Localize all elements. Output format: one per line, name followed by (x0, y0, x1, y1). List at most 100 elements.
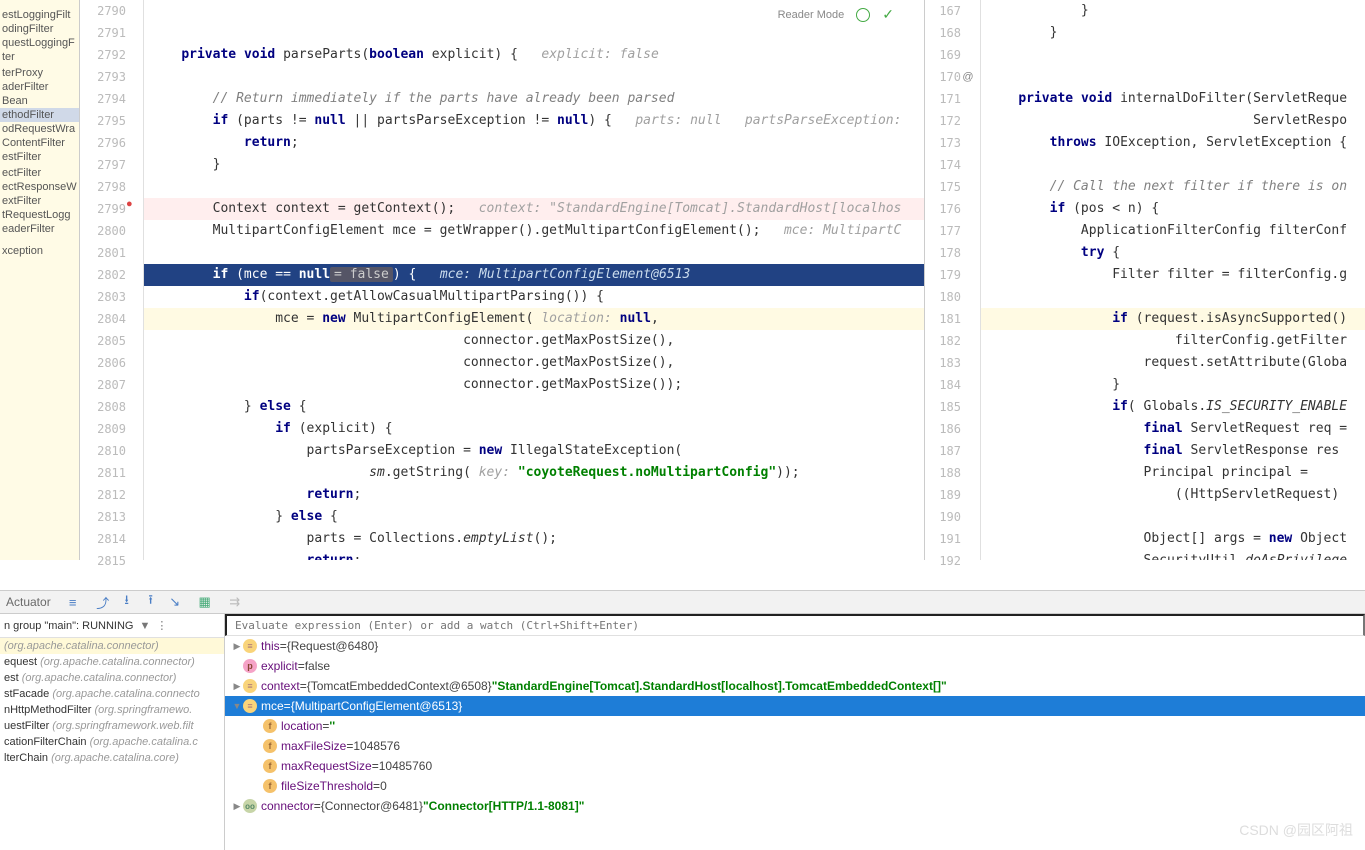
code-line[interactable]: connector.getMaxPostSize()); (144, 374, 924, 396)
code-line[interactable] (981, 506, 1365, 528)
code-area[interactable]: private void parseParts(boolean explicit… (144, 0, 924, 560)
code-line[interactable]: connector.getMaxPostSize(), (144, 352, 924, 374)
structure-item[interactable]: ter (0, 50, 79, 64)
code-line[interactable] (981, 286, 1365, 308)
structure-item[interactable]: Bean (0, 94, 79, 108)
stack-frame[interactable]: (org.apache.catalina.connector) (0, 638, 224, 654)
code-line[interactable]: MultipartConfigElement mce = getWrapper(… (144, 220, 924, 242)
variable-node[interactable]: pexplicit = false (225, 656, 1365, 676)
variable-node[interactable]: fmaxRequestSize = 10485760 (225, 756, 1365, 776)
stack-frame[interactable]: lterChain (org.apache.catalina.core) (0, 750, 224, 766)
grid-icon[interactable]: ▦ (197, 594, 213, 610)
list-icon[interactable]: ≡ (65, 594, 81, 610)
code-line[interactable] (144, 22, 924, 44)
download-icon[interactable]: ⭳ (119, 594, 135, 610)
code-line[interactable]: final ServletResponse res (981, 440, 1365, 462)
code-line[interactable] (144, 0, 924, 22)
evaluate-input[interactable] (225, 614, 1365, 636)
structure-panel[interactable]: estLoggingFiltodingFilterquestLoggingFte… (0, 0, 80, 560)
code-line[interactable]: parts = Collections.emptyList(); (144, 528, 924, 550)
code-line[interactable]: if (mce == null= false) { mce: Multipart… (144, 264, 924, 286)
code-line[interactable]: return; (144, 132, 924, 154)
filter-icon[interactable]: ▼ (139, 620, 150, 632)
code-line[interactable]: } (144, 154, 924, 176)
code-line[interactable]: Object[] args = new Object (981, 528, 1365, 550)
structure-item[interactable]: extFilter (0, 194, 79, 208)
code-line[interactable]: Principal principal = (981, 462, 1365, 484)
structure-item[interactable]: questLoggingF (0, 36, 79, 50)
gutter[interactable]: 2790279127922793279427952796279727982799… (80, 0, 144, 560)
variable-node[interactable]: ▼≡mce = {MultipartConfigElement@6513} (225, 696, 1365, 716)
code-line[interactable]: if (explicit) { (144, 418, 924, 440)
structure-item[interactable]: tRequestLogg (0, 208, 79, 222)
code-line[interactable] (981, 66, 1365, 88)
code-line[interactable]: partsParseException = new IllegalStateEx… (144, 440, 924, 462)
code-line[interactable]: // Return immediately if the parts have … (144, 88, 924, 110)
code-line[interactable] (144, 66, 924, 88)
variables-panel[interactable]: ▶≡this = {Request@6480}pexplicit = false… (225, 614, 1365, 850)
code-line[interactable]: throws IOException, ServletException { (981, 132, 1365, 154)
gutter[interactable]: 167168169170@171172173174175176177178179… (925, 0, 981, 560)
structure-item[interactable]: xception (0, 244, 79, 258)
structure-item[interactable]: ethodFilter (0, 108, 79, 122)
variable-node[interactable]: flocation = '' (225, 716, 1365, 736)
structure-item[interactable]: estLoggingFilt (0, 8, 79, 22)
code-line[interactable] (144, 176, 924, 198)
stack-frame[interactable]: uestFilter (org.springframework.web.filt (0, 718, 224, 734)
variable-node[interactable]: ▶ooconnector = {Connector@6481} "Connect… (225, 796, 1365, 816)
code-line[interactable]: ServletRespo (981, 110, 1365, 132)
code-line[interactable]: } else { (144, 396, 924, 418)
code-line[interactable]: try { (981, 242, 1365, 264)
variable-node[interactable]: ffileSizeThreshold = 0 (225, 776, 1365, 796)
code-line[interactable]: request.setAttribute(Globa (981, 352, 1365, 374)
code-line[interactable]: } else { (144, 506, 924, 528)
code-line[interactable]: } (981, 22, 1365, 44)
structure-item[interactable]: odRequestWra (0, 122, 79, 136)
arrow-up-icon[interactable]: ⤴ (95, 594, 111, 610)
stack-frame[interactable]: est (org.apache.catalina.connector) (0, 670, 224, 686)
right-editor[interactable]: 167168169170@171172173174175176177178179… (925, 0, 1365, 560)
code-line[interactable]: private void internalDoFilter(ServletReq… (981, 88, 1365, 110)
code-line[interactable]: Filter filter = filterConfig.g (981, 264, 1365, 286)
code-line[interactable]: if (pos < n) { (981, 198, 1365, 220)
frames-panel[interactable]: n group "main": RUNNING ▼ ⋮ (org.apache.… (0, 614, 225, 850)
actuator-tab[interactable]: Actuator (6, 595, 51, 609)
code-line[interactable]: connector.getMaxPostSize(), (144, 330, 924, 352)
code-line[interactable]: private void parseParts(boolean explicit… (144, 44, 924, 66)
code-line[interactable]: Context context = getContext(); context:… (144, 198, 924, 220)
stack-frame[interactable]: stFacade (org.apache.catalina.connecto (0, 686, 224, 702)
variable-node[interactable]: ▶≡context = {TomcatEmbeddedContext@6508}… (225, 676, 1365, 696)
stack-frame[interactable]: nHttpMethodFilter (org.springframewo. (0, 702, 224, 718)
upload-icon[interactable]: ⭱ (143, 594, 159, 610)
structure-item[interactable]: ectFilter (0, 166, 79, 180)
code-line[interactable]: ApplicationFilterConfig filterConf (981, 220, 1365, 242)
code-line[interactable]: if (parts != null || partsParseException… (144, 110, 924, 132)
code-line[interactable]: if( Globals.IS_SECURITY_ENABLE (981, 396, 1365, 418)
code-line[interactable]: mce = new MultipartConfigElement( locati… (144, 308, 924, 330)
code-line[interactable]: ((HttpServletRequest) (981, 484, 1365, 506)
structure-item[interactable]: odingFilter (0, 22, 79, 36)
code-line[interactable]: } (981, 374, 1365, 396)
code-line[interactable] (144, 242, 924, 264)
code-line[interactable]: if (request.isAsyncSupported() (981, 308, 1365, 330)
code-line[interactable]: return; (144, 484, 924, 506)
structure-item[interactable]: terProxy (0, 66, 79, 80)
variable-node[interactable]: fmaxFileSize = 1048576 (225, 736, 1365, 756)
code-line[interactable]: } (981, 0, 1365, 22)
jump-icon[interactable]: ↘ (167, 594, 183, 610)
structure-item[interactable]: ContentFilter (0, 136, 79, 150)
code-area[interactable]: } } private void internalDoFilter(Servle… (981, 0, 1365, 560)
code-line[interactable]: // Call the next filter if there is on (981, 176, 1365, 198)
stack-frame[interactable]: cationFilterChain (org.apache.catalina.c (0, 734, 224, 750)
code-line[interactable] (981, 154, 1365, 176)
code-line[interactable]: if(context.getAllowCasualMultipartParsin… (144, 286, 924, 308)
stack-frame[interactable]: equest (org.apache.catalina.connector) (0, 654, 224, 670)
code-line[interactable] (981, 44, 1365, 66)
variable-node[interactable]: ▶≡this = {Request@6480} (225, 636, 1365, 656)
structure-item[interactable]: estFilter (0, 150, 79, 164)
menu-icon[interactable]: ⋮ (156, 619, 167, 632)
code-line[interactable]: SecurityUtil.doAsPrivilege (981, 550, 1365, 560)
thread-header[interactable]: n group "main": RUNNING ▼ ⋮ (0, 614, 224, 638)
structure-item[interactable]: eaderFilter (0, 222, 79, 236)
code-line[interactable]: final ServletRequest req = (981, 418, 1365, 440)
